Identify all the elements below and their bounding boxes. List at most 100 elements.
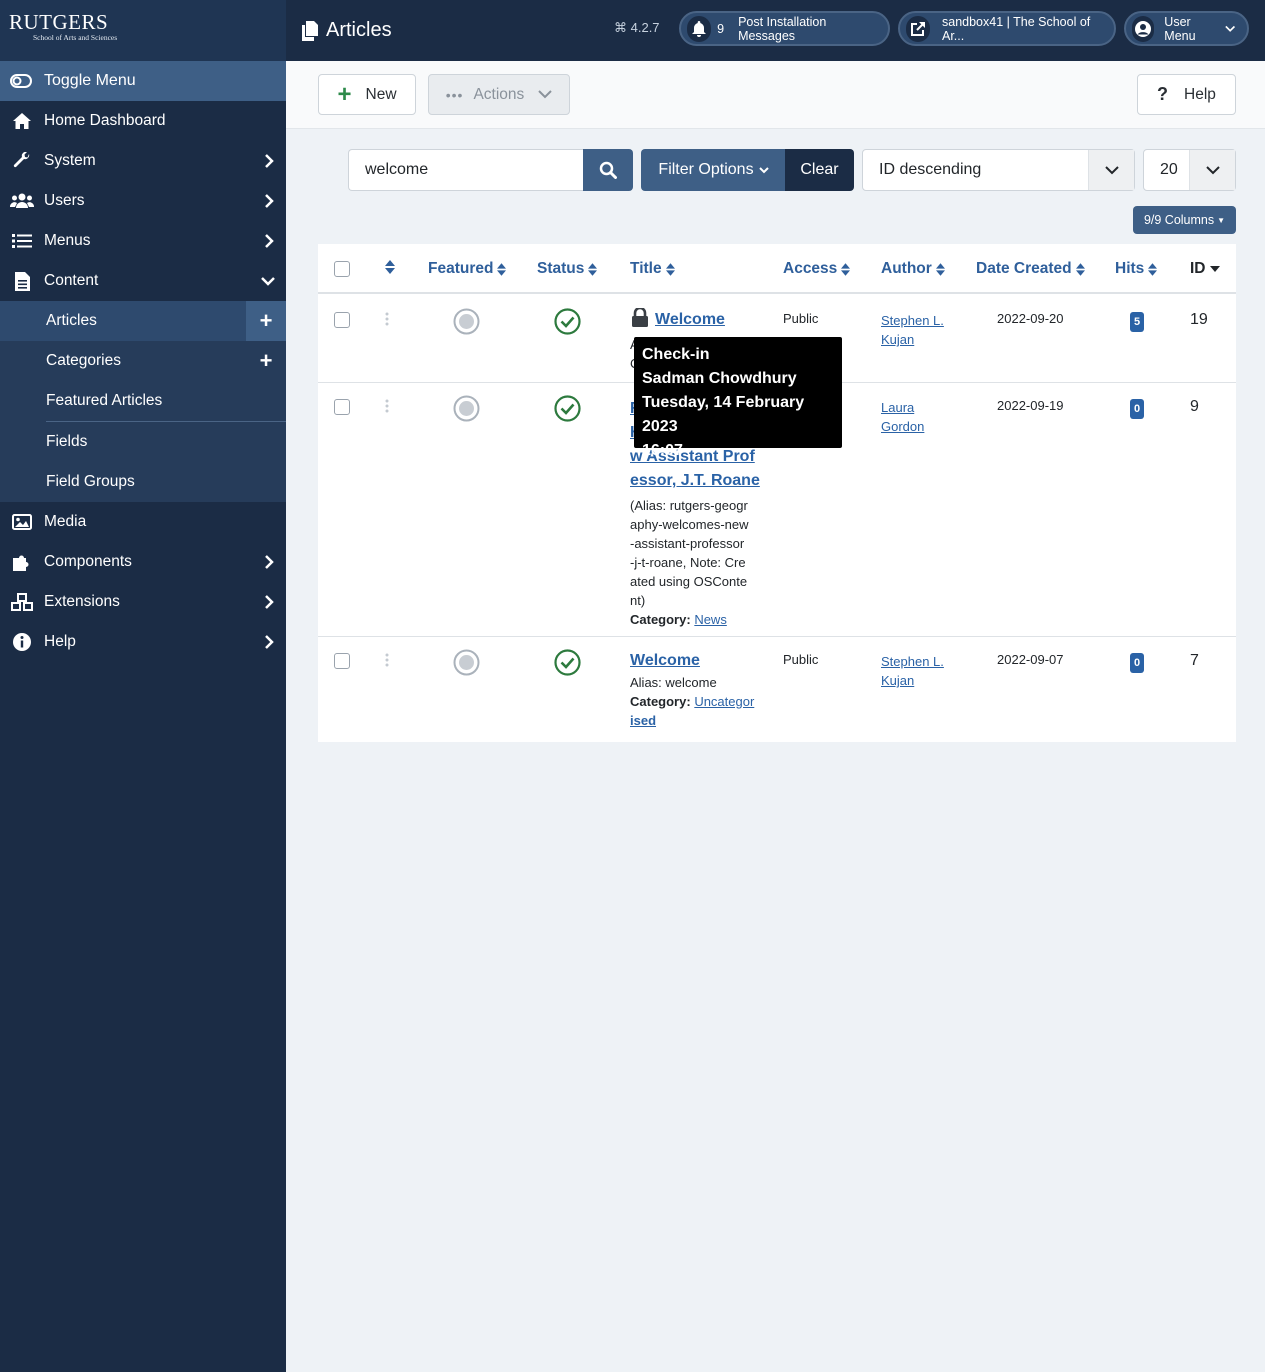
sidebar-item-categories[interactable]: Categories + xyxy=(0,341,286,381)
sidebar-item-field-groups[interactable]: Field Groups xyxy=(0,462,286,502)
sidebar-item-users[interactable]: Users xyxy=(0,181,286,221)
joomla-version: ⌘ 4.2.7 xyxy=(614,20,660,36)
column-date-created[interactable]: Date Created xyxy=(976,260,1085,278)
add-category-icon[interactable]: + xyxy=(246,341,286,381)
actions-button[interactable]: ••• Actions xyxy=(428,74,570,115)
drag-handle-icon[interactable] xyxy=(385,399,389,413)
sidebar-item-media[interactable]: Media xyxy=(0,502,286,542)
category-link[interactable]: Uncategor xyxy=(694,694,754,709)
unfeatured-icon[interactable] xyxy=(453,649,480,676)
row-checkbox[interactable] xyxy=(334,312,350,328)
chevron-down-icon xyxy=(1224,25,1235,32)
column-id[interactable]: ID xyxy=(1190,260,1220,278)
new-button[interactable]: + New xyxy=(318,74,416,115)
published-check-icon[interactable] xyxy=(554,649,581,676)
sidebar-item-content[interactable]: Content xyxy=(0,261,286,301)
sidebar-item-fields[interactable]: Fields xyxy=(0,422,286,462)
category-label: Category: xyxy=(630,694,691,709)
help-button[interactable]: ? Help xyxy=(1137,74,1236,115)
category-link[interactable]: ised xyxy=(630,711,754,730)
row-checkbox[interactable] xyxy=(334,653,350,669)
tooltip-line: Sadman Chowdhury xyxy=(642,370,797,387)
author-link[interactable]: Stephen L. Kujan xyxy=(881,652,944,690)
column-title[interactable]: Title xyxy=(630,260,675,278)
sidebar-item-extensions[interactable]: Extensions xyxy=(0,582,286,622)
ordering-column-sort[interactable] xyxy=(385,260,395,274)
author-line: Laura xyxy=(881,400,915,415)
column-label: Featured xyxy=(428,260,494,277)
clear-label: Clear xyxy=(800,161,839,178)
column-label: Access xyxy=(783,260,838,277)
bell-icon xyxy=(687,15,712,42)
date-created: 2022-09-20 xyxy=(997,311,1064,326)
brand-logo[interactable]: RUTGERS School of Arts and Sciences xyxy=(0,0,286,61)
column-access[interactable]: Access xyxy=(783,260,851,278)
column-featured[interactable]: Featured xyxy=(428,260,507,278)
external-link-icon xyxy=(906,15,930,42)
sort-icon xyxy=(1075,262,1085,276)
page-title-text: Articles xyxy=(326,19,392,41)
sidebar-item-home-dashboard[interactable]: Home Dashboard xyxy=(0,101,286,141)
list-limit-select[interactable]: 20 xyxy=(1143,149,1236,191)
alias-line: (Alias: rutgers-geogr xyxy=(630,498,748,513)
site-preview-button[interactable]: sandbox41 | The School of Ar... xyxy=(898,11,1116,46)
toggle-menu-button[interactable]: Toggle Menu xyxy=(0,61,286,101)
sort-icon xyxy=(1148,262,1158,276)
filter-options-button[interactable]: Filter Options xyxy=(641,149,786,191)
author-link[interactable]: Stephen L. Kujan xyxy=(881,311,944,349)
author-link[interactable]: Laura Gordon xyxy=(881,398,924,436)
column-status[interactable]: Status xyxy=(537,260,598,278)
sidebar-item-label: Extensions xyxy=(44,593,120,610)
author-line: Stephen L. xyxy=(881,654,944,669)
category-link[interactable]: News xyxy=(694,612,727,627)
puzzle-icon xyxy=(10,552,34,572)
column-hits[interactable]: Hits xyxy=(1115,260,1158,278)
user-menu-button[interactable]: User Menu xyxy=(1124,11,1249,46)
add-article-icon[interactable]: + xyxy=(246,301,286,341)
alias-line: Alias: welcome xyxy=(630,675,717,690)
row-checkbox[interactable] xyxy=(334,399,350,415)
sidebar-item-label: System xyxy=(44,152,96,169)
unfeatured-icon[interactable] xyxy=(453,395,480,422)
sidebar-item-components[interactable]: Components xyxy=(0,542,286,582)
unfeatured-icon[interactable] xyxy=(453,308,480,335)
column-label: Hits xyxy=(1115,260,1145,277)
sidebar-item-articles[interactable]: Articles + xyxy=(0,301,286,341)
brand-name: RUTGERS xyxy=(9,10,109,34)
sidebar-item-system[interactable]: System xyxy=(0,141,286,181)
ordering-select[interactable]: ID descending xyxy=(862,149,1135,191)
chevron-down-icon xyxy=(1088,150,1134,190)
filter-options-label: Filter Options xyxy=(658,161,754,178)
column-label: ID xyxy=(1190,260,1206,277)
sidebar-item-label: Menus xyxy=(44,232,91,249)
column-author[interactable]: Author xyxy=(881,260,945,278)
published-check-icon[interactable] xyxy=(554,395,581,422)
sidebar-item-help[interactable]: Help xyxy=(0,622,286,662)
page-title: Articles xyxy=(302,19,392,42)
sidebar: RUTGERS School of Arts and Sciences Togg… xyxy=(0,0,286,1372)
clear-button[interactable]: Clear xyxy=(785,149,854,191)
sidebar-item-menus[interactable]: Menus xyxy=(0,221,286,261)
column-label: Date Created xyxy=(976,260,1072,277)
article-title-link[interactable]: Welcome xyxy=(630,652,700,670)
columns-button[interactable]: 9/9 Columns ▼ xyxy=(1133,206,1236,234)
site-label: sandbox41 | The School of Ar... xyxy=(942,14,1091,43)
published-check-icon[interactable] xyxy=(554,308,581,335)
drag-handle-icon[interactable] xyxy=(385,312,389,326)
search-button[interactable] xyxy=(583,149,633,191)
user-menu-label: User Menu xyxy=(1164,14,1196,43)
article-alias: Alias: welcome Category: Uncategor ised xyxy=(630,673,754,730)
hits-badge: 0 xyxy=(1130,399,1144,419)
actions-button-label: Actions xyxy=(473,85,525,103)
drag-handle-icon[interactable] xyxy=(385,653,389,667)
article-title-link[interactable]: Welcome xyxy=(655,311,725,329)
search-input[interactable] xyxy=(348,149,584,191)
article-id: 7 xyxy=(1190,652,1199,669)
select-all-checkbox[interactable] xyxy=(334,261,350,277)
post-installation-messages-button[interactable]: 9 Post Installation Messages xyxy=(679,11,890,46)
lock-icon[interactable] xyxy=(631,308,649,328)
toggle-menu-label: Toggle Menu xyxy=(44,72,136,89)
chevron-right-icon xyxy=(265,194,274,208)
sidebar-item-featured-articles[interactable]: Featured Articles xyxy=(0,381,286,421)
messages-label: Post Installation Messages xyxy=(738,14,827,43)
